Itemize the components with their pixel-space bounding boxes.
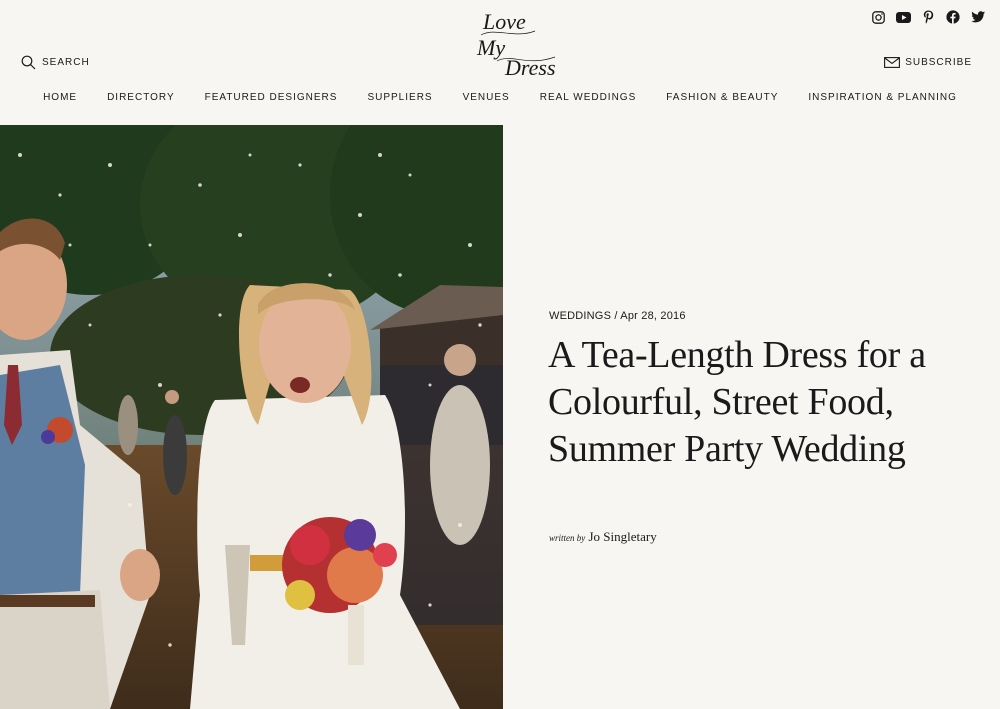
site-logo[interactable]: Love My Dress [475,5,563,83]
search-label: SEARCH [42,57,90,68]
byline-prefix: written by [549,533,586,543]
nav-item-inspiration-planning[interactable]: INSPIRATION & PLANNING [793,92,972,103]
twitter-icon[interactable] [970,9,986,25]
main-nav: HOME DIRECTORY FEATURED DESIGNERS SUPPLI… [0,92,1000,103]
search-button[interactable]: SEARCH [21,55,90,70]
logo-word-my: My [476,35,505,60]
search-icon [21,55,36,70]
youtube-icon[interactable] [895,9,911,25]
author-link[interactable]: Jo Singletary [589,529,657,544]
nav-item-featured-designers[interactable]: FEATURED DESIGNERS [190,92,353,103]
facebook-icon[interactable] [945,9,961,25]
article-meta: WEDDINGS / Apr 28, 2016 [549,310,686,322]
pinterest-icon[interactable] [920,9,936,25]
social-links [870,9,986,25]
meta-separator: / [611,310,621,322]
article-title: A Tea-Length Dress for a Colourful, Stre… [548,334,926,470]
hero-image [0,125,503,709]
category-link[interactable]: WEDDINGS [549,310,611,322]
subscribe-label: SUBSCRIBE [905,57,972,68]
nav-item-fashion-beauty[interactable]: FASHION & BEAUTY [651,92,793,103]
nav-item-venues[interactable]: VENUES [448,92,525,103]
byline: written by Jo Singletary [549,529,657,545]
nav-item-directory[interactable]: DIRECTORY [92,92,190,103]
nav-item-suppliers[interactable]: SUPPLIERS [352,92,447,103]
logo-word-love: Love [482,9,526,34]
nav-item-home[interactable]: HOME [28,92,92,103]
site-header: SEARCH Love My Dress SUBSCRIBE HOME DIRE… [0,0,1000,125]
nav-item-real-weddings[interactable]: REAL WEDDINGS [525,92,652,103]
subscribe-button[interactable]: SUBSCRIBE [884,57,972,68]
instagram-icon[interactable] [870,9,886,25]
envelope-icon [884,57,901,68]
publish-date: Apr 28, 2016 [620,310,686,322]
